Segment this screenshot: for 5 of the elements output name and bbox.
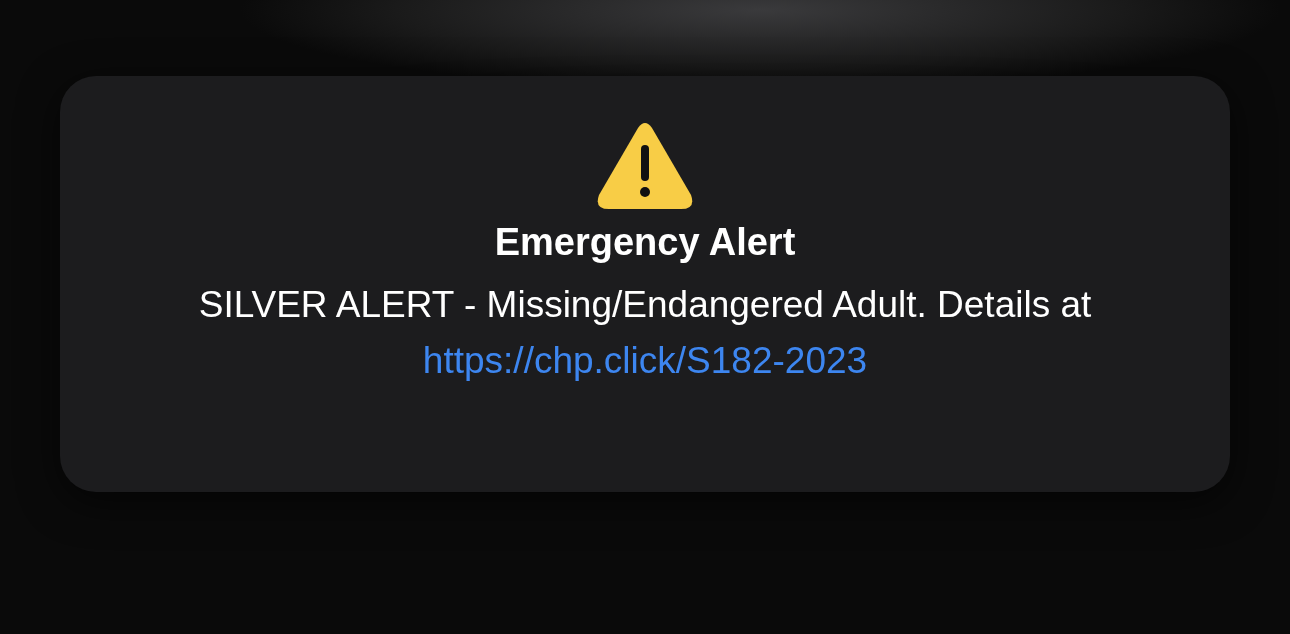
details-link[interactable]: https://chp.click/S182-2023	[422, 340, 868, 381]
alert-card[interactable]: Emergency Alert SILVER ALERT - Missing/Endangered Adult. Details at https://chp.click/S182-2023	[60, 76, 1230, 492]
alert-message: SILVER ALERT - Missing/Endangered Adult. Details at https://chp.click/S182-2023	[197, 283, 1093, 383]
alert-title: Emergency Alert	[494, 220, 796, 265]
warning-icon	[596, 121, 694, 211]
